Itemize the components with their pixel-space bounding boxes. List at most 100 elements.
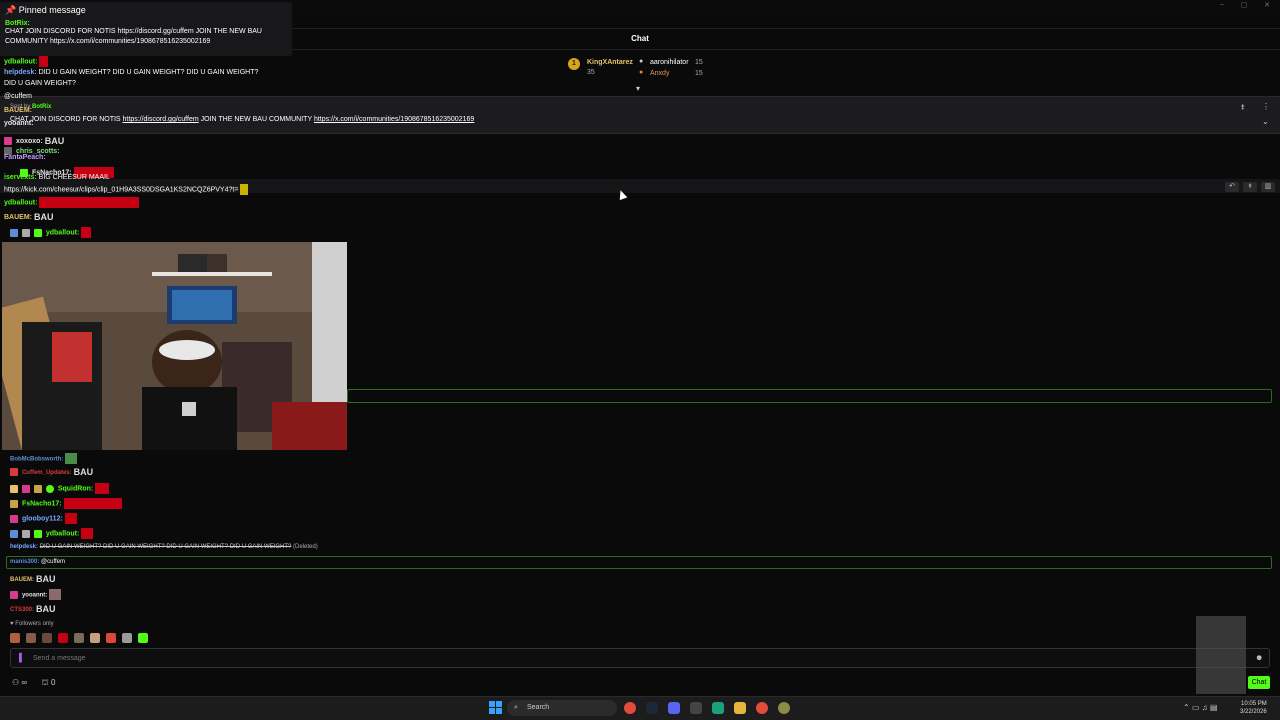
gifter-name[interactable]: KingXAntarez	[587, 59, 633, 66]
steam-icon[interactable]	[646, 702, 658, 714]
chrome-active-icon[interactable]	[756, 702, 768, 714]
emote-button[interactable]	[41, 633, 52, 643]
badge-icon	[10, 529, 18, 538]
gift-icon[interactable]: ⛫	[41, 678, 48, 687]
app-icon[interactable]	[690, 702, 702, 714]
chat-message[interactable]: ydballout:	[4, 56, 50, 67]
chat-username[interactable]: SquidRon:	[58, 485, 93, 492]
chat-message[interactable]: BAUEM: BAU	[10, 574, 55, 584]
delete-icon[interactable]: ▥	[1261, 182, 1275, 192]
pinned-message-popup[interactable]: 📌 Pinned message BotRix: CHAT JOIN DISCO…	[0, 2, 292, 56]
gifter-name[interactable]: Anxdy	[650, 70, 669, 77]
chat-message[interactable]: ydballout:	[10, 227, 93, 238]
chat-message[interactable]: yooannt:	[10, 589, 63, 600]
emoji-icon[interactable]: ☻	[1255, 653, 1263, 662]
chat-username[interactable]: helpdesk:	[10, 544, 38, 550]
chat-username[interactable]: ydballout:	[46, 530, 79, 537]
emote-button[interactable]	[57, 633, 68, 643]
discord-icon[interactable]	[668, 702, 680, 714]
more-options-icon[interactable]: ⋮	[1262, 102, 1270, 111]
taskbar-clock[interactable]: 10:05 PM 3/22/2026	[1240, 700, 1267, 716]
start-button[interactable]	[489, 701, 502, 714]
silver-badge-icon: ●	[639, 58, 644, 65]
chat-text: DID U GAIN WEIGHT?	[4, 80, 76, 87]
chat-message[interactable]: xoxoxo: BAU	[4, 136, 64, 146]
chat-message[interactable]: BobMcBobsworth:	[10, 453, 79, 464]
chat-username[interactable]: Cuffem_Updates:	[22, 470, 72, 476]
emote	[81, 528, 94, 539]
chat-username[interactable]: BobMcBobsworth:	[10, 456, 63, 462]
emote-button[interactable]	[25, 633, 36, 643]
emote-button[interactable]	[137, 633, 148, 643]
chat-username[interactable]: glooboy112:	[22, 515, 63, 522]
crown-icon	[10, 484, 18, 493]
discord-link[interactable]: https://discord.gg/cuffem	[123, 116, 199, 123]
chat-message[interactable]: https://kick.com/cheesur/clips/clip_01H9…	[4, 184, 250, 195]
chrome-icon[interactable]	[624, 702, 636, 714]
app-icon[interactable]	[778, 702, 790, 714]
chat-message[interactable]: SquidRon:	[10, 483, 111, 494]
chat-username[interactable]: ydballout:	[46, 229, 79, 236]
top-gifter-1[interactable]: 1	[568, 58, 580, 70]
chat-username[interactable]: FsNacho17:	[22, 500, 62, 507]
clip-link[interactable]: https://kick.com/cheesur/clips/clip_01H9…	[4, 186, 238, 193]
users-icon[interactable]: ⚇	[12, 678, 19, 687]
minimize-button[interactable]: –	[1215, 1, 1229, 8]
chat-username[interactable]: CTS300:	[10, 607, 34, 613]
chat-username[interactable]: manis300:	[10, 559, 39, 565]
emote-picker-icon[interactable]: ▌	[19, 653, 25, 662]
chat-username[interactable]: BAUEM:	[4, 214, 32, 221]
chat-username[interactable]: FantaPeach:	[4, 154, 46, 161]
pinned-user[interactable]: BotRix:	[5, 20, 287, 27]
reply-icon[interactable]: ↶	[1225, 182, 1239, 192]
chat-message[interactable]: BAUEM: BAU	[4, 212, 53, 222]
emote-button[interactable]	[10, 633, 20, 643]
chat-input-box[interactable]: ▌ ☻	[10, 648, 1270, 668]
chevron-down-icon[interactable]: ⌄	[1262, 117, 1269, 126]
chat-username[interactable]: xoxoxo:	[16, 138, 43, 145]
chat-username[interactable]: BAUEM:	[4, 107, 32, 114]
chat-message-deleted[interactable]: helpdesk: DID U GAIN WEIGHT? DID U GAIN …	[10, 544, 318, 550]
emote-button[interactable]	[89, 633, 100, 643]
pin-icon[interactable]: ⯒	[1243, 182, 1257, 192]
system-tray[interactable]: ⌃ ▭ ♫ ▤	[1183, 703, 1218, 712]
chat-message[interactable]: FantaPeach:	[4, 154, 46, 161]
app-icon[interactable]	[712, 702, 724, 714]
chat-username[interactable]: ydballout:	[4, 58, 37, 65]
chat-message[interactable]: ydballout:	[10, 528, 95, 539]
expand-icon[interactable]: ▾	[636, 84, 640, 93]
chat-message[interactable]: glooboy112:	[10, 513, 79, 524]
close-button[interactable]: ✕	[1260, 1, 1274, 9]
chat-message[interactable]: BAUEM:	[4, 107, 32, 114]
taskbar-search[interactable]: ⌕ Search	[507, 700, 617, 716]
gifter-name[interactable]: aaronihilator	[650, 59, 689, 66]
chat-message[interactable]: DID U GAIN WEIGHT?	[4, 80, 76, 87]
chat-username[interactable]: helpdesk:	[4, 69, 37, 76]
community-link[interactable]: https://x.com/i/communities/190867851623…	[314, 116, 474, 123]
emote-bau: BAU	[33, 212, 54, 222]
chat-username[interactable]: BAUEM:	[10, 577, 34, 583]
highlighted-message-frame	[347, 389, 1272, 403]
chat-message[interactable]: Cuffem_Updates: BAU	[10, 467, 93, 477]
chat-message[interactable]: FsNacho17:	[10, 498, 124, 509]
chat-message[interactable]: helpdesk: DID U GAIN WEIGHT? DID U GAIN …	[4, 69, 258, 76]
chat-message[interactable]: ydballout:	[4, 197, 141, 208]
pin-icon[interactable]: ⯒	[1241, 102, 1245, 116]
chat-username[interactable]: yooannt:	[4, 120, 34, 127]
emote-button[interactable]	[73, 633, 84, 643]
chat-message-input[interactable]	[33, 653, 1183, 664]
chat-message[interactable]: CTS300: BAU	[10, 604, 55, 614]
chat-username[interactable]: yooannt:	[22, 592, 47, 598]
pinned-sender[interactable]: BotRix	[32, 104, 51, 110]
chat-message[interactable]: @cuffem	[4, 93, 32, 100]
chat-username[interactable]: ydballout:	[4, 199, 37, 206]
emote	[64, 513, 77, 524]
send-chat-button[interactable]: Chat	[1248, 676, 1270, 689]
chat-message[interactable]: yooannt:	[4, 120, 34, 127]
chat-message[interactable]: manis300: @cuffem	[10, 559, 65, 565]
emote-button[interactable]	[121, 633, 132, 643]
emote-button[interactable]	[105, 633, 116, 643]
maximize-button[interactable]: ▢	[1237, 1, 1251, 9]
chat-settings-row[interactable]: ⚇ ∞ ⛫ 0	[12, 678, 55, 688]
file-explorer-icon[interactable]	[734, 702, 746, 714]
